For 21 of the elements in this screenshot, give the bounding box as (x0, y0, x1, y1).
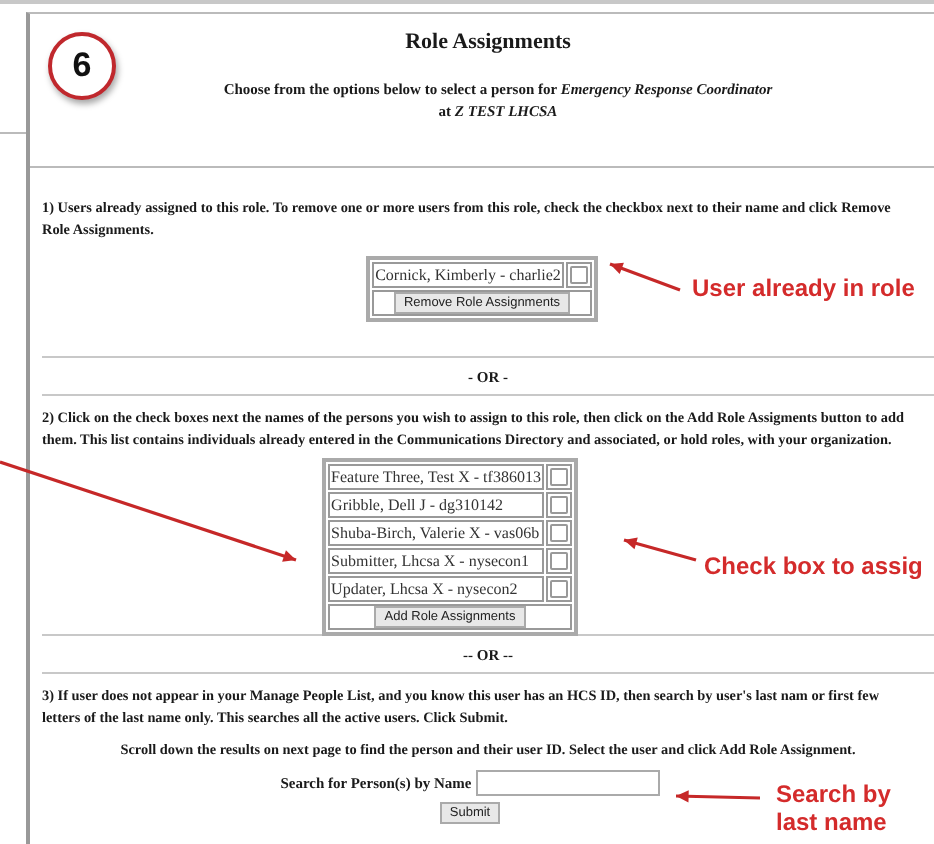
person-name: Updater, Lhcsa X - nysecon2 (327, 576, 545, 602)
checkbox[interactable] (550, 468, 569, 487)
page-title: Role Assignments (405, 30, 571, 54)
checkbox[interactable] (550, 496, 569, 515)
person-name: Shuba-Birch, Valerie X - vas06b (327, 520, 545, 546)
checkbox[interactable] (550, 524, 569, 543)
arrow (609, 262, 681, 292)
person-name: Submitter, Lhcsa X - nysecon1 (327, 548, 545, 574)
arrow (675, 790, 761, 803)
checkbox[interactable] (570, 266, 589, 285)
callout-text: Search by last name (776, 780, 893, 836)
person-name: Cornick, Kimberly - charlie2 (371, 262, 565, 288)
callout-text: User already in role (692, 274, 915, 302)
checkbox[interactable] (550, 552, 569, 571)
step-number-badge: 6 (48, 32, 116, 100)
checkbox[interactable] (550, 580, 569, 599)
arrow (623, 537, 697, 562)
search-field[interactable] (475, 770, 660, 796)
callout-text: Check box to assig (704, 552, 923, 580)
person-name: Feature Three, Test X - tf386013 (327, 464, 545, 490)
person-name: Gribble, Dell J - dg310142 (327, 492, 545, 518)
